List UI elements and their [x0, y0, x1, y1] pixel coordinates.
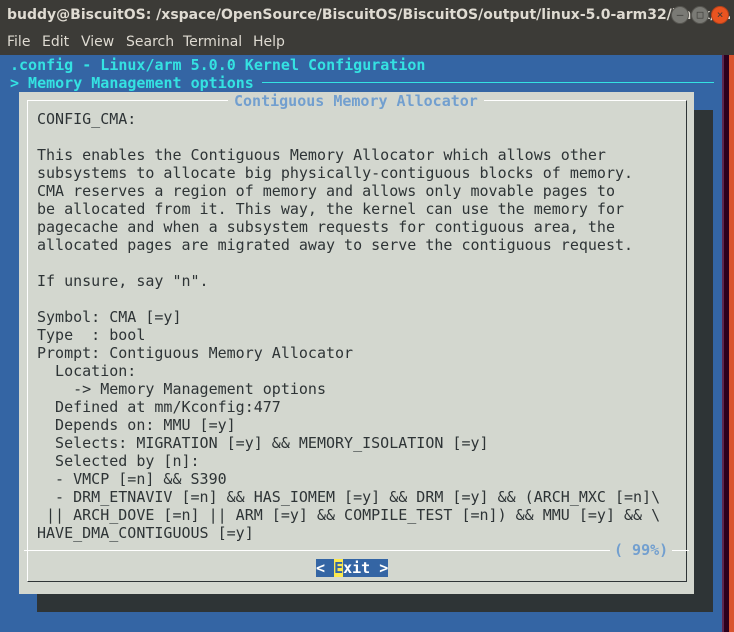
menu-bar: File Edit View Search Terminal Help — [0, 30, 734, 55]
help-line: allocated pages are migrated away to ser… — [37, 236, 634, 254]
window-title: buddy@BiscuitOS: /xspace/OpenSource/Bisc… — [7, 7, 732, 23]
help-line: Selects: MIGRATION [=y] && MEMORY_ISOLAT… — [37, 434, 489, 452]
help-line: Depends on: MMU [=y] — [37, 416, 236, 434]
exit-hotkey: E — [334, 559, 344, 577]
menu-search[interactable]: Search — [126, 30, 174, 55]
menu-file[interactable]: File — [7, 30, 30, 55]
scroll-percent: ( 99%) — [610, 541, 673, 559]
help-line: CMA reserves a region of memory and allo… — [37, 182, 615, 200]
menu-terminal[interactable]: Terminal — [183, 30, 242, 55]
help-line: subsystems to allocate big physically-co… — [37, 164, 634, 182]
menu-view[interactable]: View — [81, 30, 114, 55]
help-line: CONFIG_CMA: — [37, 110, 137, 128]
help-line: Selected by [n]: — [37, 452, 200, 470]
help-line: Defined at mm/Kconfig:477 — [37, 398, 281, 416]
close-button[interactable]: × — [711, 6, 729, 24]
dialog-title: Contiguous Memory Allocator — [228, 92, 484, 110]
help-line: If unsure, say "n". — [37, 272, 209, 290]
help-line: Prompt: Contiguous Memory Allocator — [37, 344, 354, 362]
help-text[interactable]: CONFIG_CMA: This enables the Contiguous M… — [37, 110, 660, 542]
help-line: Location: — [37, 362, 137, 380]
maximize-button[interactable]: □ — [691, 6, 709, 24]
breadcrumb-rule — [262, 82, 714, 83]
minimize-button[interactable]: – — [671, 6, 689, 24]
help-line — [37, 128, 660, 146]
dialog-separator — [24, 550, 689, 551]
help-line: pagecache and when a subsystem requests … — [37, 218, 615, 236]
help-line: This enables the Contiguous Memory Alloc… — [37, 146, 606, 164]
menu-help[interactable]: Help — [253, 30, 285, 55]
help-line: -> Memory Management options — [37, 380, 326, 398]
help-line: Symbol: CMA [=y] — [37, 308, 182, 326]
help-line: HAVE_DMA_CONTIGUOUS [=y] — [37, 524, 254, 542]
help-line: be allocated from it. This way, the kern… — [37, 200, 624, 218]
help-line: || ARCH_DOVE [=n] || ARM [=y] && COMPILE… — [37, 506, 661, 524]
config-title: .config - Linux/arm 5.0.0 Kernel Configu… — [10, 56, 426, 74]
exit-label: xit > — [343, 559, 389, 577]
menu-edit[interactable]: Edit — [42, 30, 69, 55]
window-titlebar: buddy@BiscuitOS: /xspace/OpenSource/Bisc… — [0, 0, 734, 30]
breadcrumb: > Memory Management options — [10, 74, 254, 92]
help-line — [37, 290, 660, 308]
help-line — [37, 254, 660, 272]
exit-button[interactable]: < Exit > — [316, 559, 389, 577]
help-line: - VMCP [=n] && S390 — [37, 470, 227, 488]
help-line: - DRM_ETNAVIV [=n] && HAS_IOMEM [=y] && … — [37, 488, 661, 506]
help-line: Type : bool — [37, 326, 146, 344]
window-edge-accent — [729, 55, 734, 632]
exit-left: < — [316, 559, 335, 577]
